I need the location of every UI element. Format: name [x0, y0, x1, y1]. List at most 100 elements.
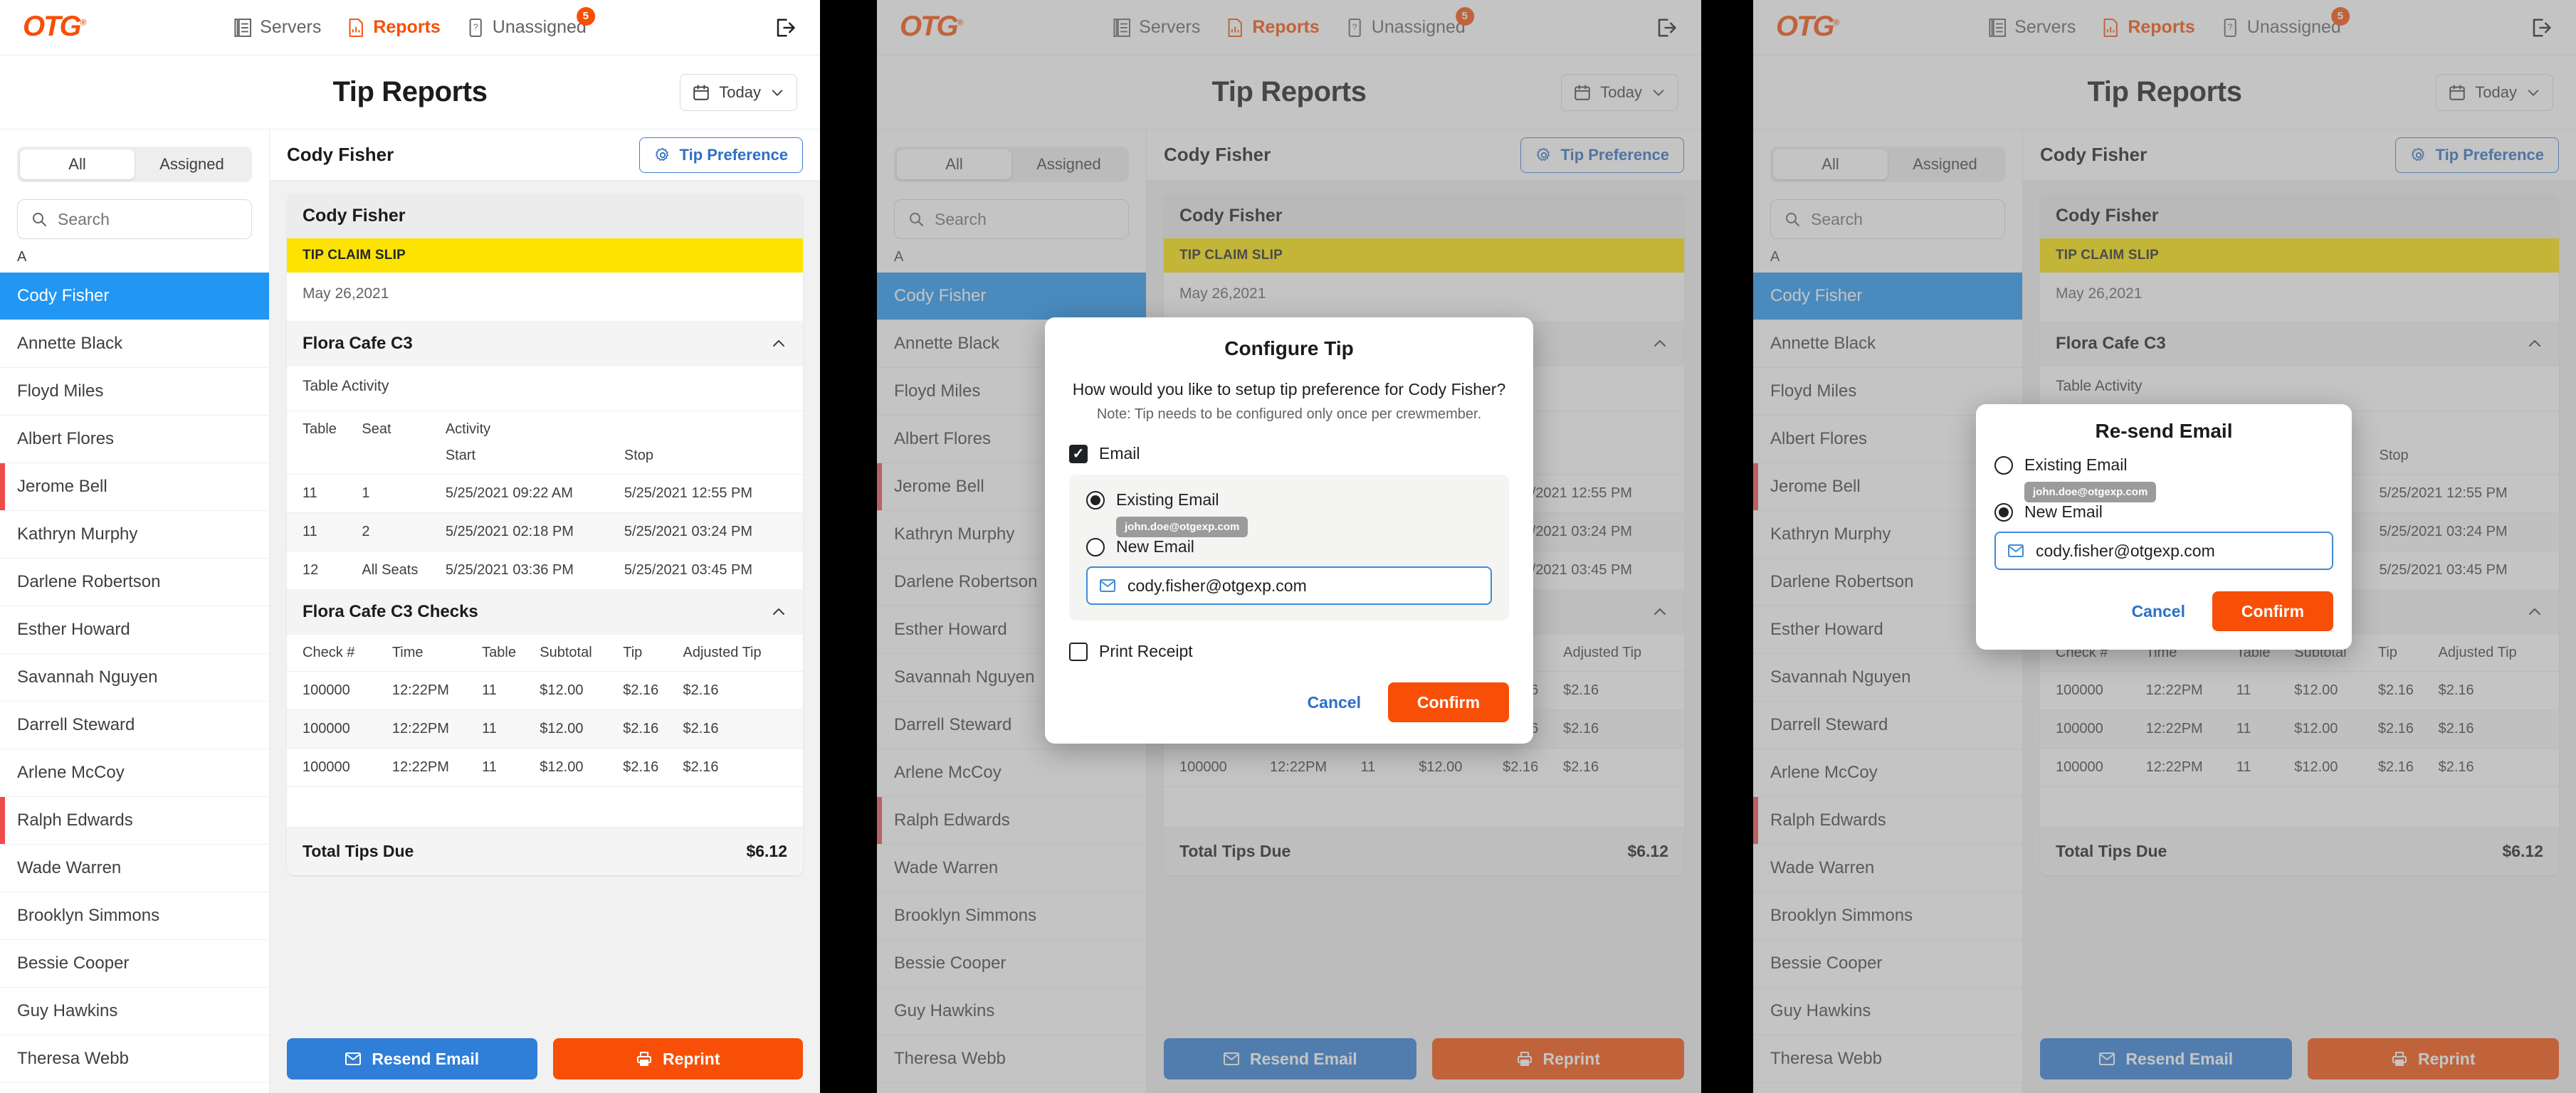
- cell-tip: $2.16: [623, 682, 659, 698]
- radio-existing-email[interactable]: Existing Email: [1086, 490, 1492, 509]
- print-receipt-checkbox[interactable]: [1069, 642, 1088, 661]
- table-row: 100000 12:22PM 11 $12.00 $2.16 $2.16: [287, 748, 803, 787]
- crew-list-item[interactable]: Ralph Edwards: [0, 797, 269, 845]
- radio-existing-email[interactable]: Existing Email: [1994, 455, 2333, 475]
- radio-label: Existing Email: [2024, 455, 2128, 474]
- chevron-up-icon[interactable]: [770, 335, 787, 352]
- email-option-group: Existing Email john.doe@otgexp.com New Ema…: [1069, 475, 1509, 621]
- radio-button[interactable]: [1086, 537, 1105, 556]
- cell-seat: 1: [362, 485, 370, 501]
- panel-divider-2: [1701, 0, 1753, 1093]
- column-header-start: Start: [445, 448, 476, 463]
- nav-item-reports[interactable]: Reports: [347, 17, 441, 38]
- radio-button[interactable]: [1086, 490, 1105, 509]
- chevron-up-icon[interactable]: [770, 603, 787, 621]
- search-input[interactable]: [58, 209, 268, 229]
- total-tips-due-label: Total Tips Due: [303, 841, 414, 860]
- column-header: Check #: [303, 645, 355, 660]
- crew-list-item[interactable]: Darrell Steward: [0, 702, 269, 749]
- cell-subtotal: $12.00: [540, 759, 584, 775]
- radio-new-email[interactable]: New Email: [1086, 537, 1492, 556]
- checks-section-header[interactable]: Flora Cafe C3 Checks: [287, 589, 803, 635]
- logout-icon[interactable]: [774, 17, 796, 38]
- crew-list-item[interactable]: Bessie Cooper: [0, 940, 269, 988]
- cell-subtotal: $12.00: [540, 721, 584, 736]
- radio-button[interactable]: [1994, 502, 2013, 522]
- crew-list-item[interactable]: Floyd Miles: [0, 368, 269, 416]
- dialog-title: Configure Tip: [1224, 337, 1354, 359]
- crew-list-item[interactable]: Esther Howard: [0, 606, 269, 654]
- email-checkbox[interactable]: [1069, 444, 1088, 463]
- search-icon: [31, 211, 48, 228]
- nav-item-servers[interactable]: Servers: [233, 17, 321, 38]
- crew-list-item[interactable]: Darlene Robertson: [0, 559, 269, 606]
- crew-list-item[interactable]: Arlene McCoy: [0, 749, 269, 797]
- activity-section-header[interactable]: Flora Cafe C3: [287, 321, 803, 366]
- email-checkbox-row[interactable]: Email: [1069, 444, 1509, 463]
- total-tips-due-row: Total Tips Due $6.12: [287, 826, 803, 875]
- cell-start: 5/25/2021 02:18 PM: [445, 524, 574, 539]
- print-receipt-label: Print Receipt: [1099, 642, 1193, 661]
- nav-item-label: Servers: [260, 17, 322, 37]
- panel-base-state: OTG® Servers Reports ? Unassigned 5 Tip Report…: [0, 0, 820, 1093]
- cell-stop: 5/25/2021 12:55 PM: [624, 485, 753, 501]
- new-email-field[interactable]: [1086, 566, 1492, 606]
- tip-preference-button[interactable]: Tip Preference: [638, 137, 803, 173]
- crew-list-item[interactable]: Brooklyn Simmons: [0, 892, 269, 940]
- crew-list-item[interactable]: Annette Black: [0, 320, 269, 368]
- body-split: All Assigned A Cody Fisher Annette Black Floy…: [0, 130, 820, 1093]
- existing-email-pill: john.doe@otgexp.com: [1116, 517, 1248, 538]
- cell-stop: 5/25/2021 03:24 PM: [624, 524, 753, 539]
- crew-list-item[interactable]: Guy Hawkins: [0, 988, 269, 1035]
- crew-list-item[interactable]: Albert Flores: [0, 416, 269, 463]
- crew-list-item[interactable]: Savannah Nguyen: [0, 654, 269, 702]
- print-receipt-row[interactable]: Print Receipt: [1069, 642, 1509, 661]
- button-label: Resend Email: [372, 1049, 480, 1068]
- crew-name-list: Cody Fisher Annette Black Floyd Miles Alber…: [0, 273, 269, 1093]
- otg-logo[interactable]: OTG®: [23, 11, 86, 43]
- cell-check: 100000: [303, 682, 350, 698]
- segment-assigned[interactable]: Assigned: [135, 149, 249, 179]
- search-field[interactable]: [17, 199, 268, 239]
- page-title: Tip Reports: [332, 76, 488, 107]
- report-chart-icon: [347, 17, 365, 38]
- crew-list-item[interactable]: Wade Warren: [0, 845, 269, 892]
- new-email-input[interactable]: [2036, 541, 2320, 561]
- envelope-icon: [345, 1051, 362, 1067]
- confirm-button[interactable]: Confirm: [2212, 591, 2333, 631]
- cell-stop: 5/25/2021 03:45 PM: [624, 562, 753, 578]
- cell-adjusted-tip: $2.16: [683, 682, 719, 698]
- crew-list-item[interactable]: Theresa Webb: [0, 1035, 269, 1083]
- column-header: Time: [391, 645, 424, 660]
- crew-list-item-label: Ralph Edwards: [17, 810, 133, 830]
- radio-button[interactable]: [1994, 455, 2013, 475]
- nav-item-label: Reports: [373, 17, 441, 37]
- crew-list-item[interactable]: Cody Fisher: [0, 273, 269, 320]
- cancel-button[interactable]: Cancel: [1300, 687, 1368, 718]
- table-row-spacer: [287, 786, 803, 827]
- cell-adjusted-tip: $2.16: [683, 759, 719, 775]
- alpha-section-header: A: [0, 239, 269, 273]
- column-header-activity: ActivityStart: [446, 411, 624, 475]
- confirm-button[interactable]: Confirm: [1388, 682, 1509, 723]
- nav-item-unassigned[interactable]: ? Unassigned 5: [466, 6, 595, 38]
- new-email-field[interactable]: [1994, 532, 2333, 570]
- new-email-input[interactable]: [1127, 576, 1479, 596]
- option-existing-email: Existing Email john.doe@otgexp.com: [1994, 455, 2333, 502]
- detail-scroll-area[interactable]: Cody FisherTIP CLAIM SLIPMay 26,2021 Flor…: [270, 181, 820, 1025]
- crew-list-item-label: Arlene McCoy: [17, 763, 125, 782]
- crew-list-item[interactable]: Jerome Bell: [0, 463, 269, 511]
- cell-table: 11: [482, 682, 497, 698]
- crew-list-item[interactable]: Kathryn Murphy: [0, 511, 269, 559]
- table-activity-label: Table Activity: [287, 366, 803, 411]
- radio-new-email[interactable]: New Email: [1994, 502, 2333, 522]
- crew-list-item-label: Bessie Cooper: [17, 954, 130, 973]
- segment-all[interactable]: All: [20, 149, 135, 179]
- crew-list-item-label: Savannah Nguyen: [17, 667, 158, 687]
- cancel-button[interactable]: Cancel: [2125, 596, 2192, 627]
- detail-column: Cody Fisher Tip Preference Cody Fisher TIP …: [270, 130, 820, 1093]
- resend-email-button[interactable]: Resend Email: [287, 1038, 537, 1079]
- date-filter-dropdown[interactable]: Today: [680, 73, 797, 111]
- crew-list-item-label: Wade Warren: [17, 858, 122, 877]
- reprint-button[interactable]: Reprint: [552, 1038, 803, 1079]
